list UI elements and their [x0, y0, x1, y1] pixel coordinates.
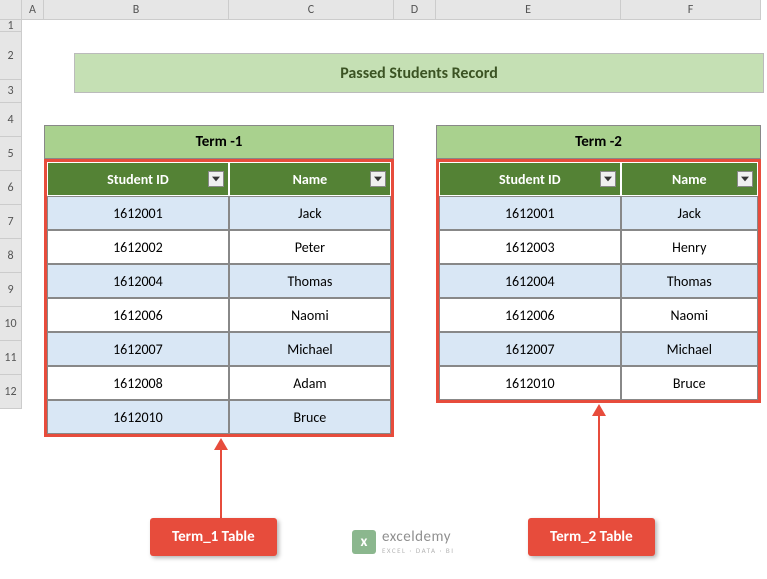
cell-id[interactable]: 1612004: [439, 264, 621, 298]
table-row: 1612004Thomas: [439, 264, 758, 298]
cell-id[interactable]: 1612002: [47, 230, 229, 264]
cell-id[interactable]: 1612010: [47, 400, 229, 434]
term2-col-name[interactable]: Name: [621, 162, 758, 196]
cell-name[interactable]: Jack: [229, 196, 391, 230]
term1-callout: Term_1 Table: [150, 518, 277, 556]
term1-col-name[interactable]: Name: [229, 162, 391, 196]
filter-dropdown-icon[interactable]: [370, 171, 386, 187]
row-header-10[interactable]: 10: [0, 307, 22, 341]
term2-col-id-label: Student ID: [499, 171, 561, 188]
watermark-logo-icon: x: [352, 530, 376, 554]
term1-header: Term -1: [44, 125, 394, 159]
cell-id[interactable]: 1612003: [439, 230, 621, 264]
row-header-9[interactable]: 9: [0, 273, 22, 307]
term2-col-id[interactable]: Student ID: [439, 162, 621, 196]
cell-name[interactable]: Henry: [621, 230, 758, 264]
table-row: 1612006Naomi: [47, 298, 391, 332]
filter-dropdown-icon[interactable]: [737, 171, 753, 187]
cell-name[interactable]: Michael: [229, 332, 391, 366]
col-header-C[interactable]: C: [229, 0, 394, 20]
row-header-11[interactable]: 11: [0, 341, 22, 375]
cell-name[interactable]: Adam: [229, 366, 391, 400]
cell-id[interactable]: 1612006: [47, 298, 229, 332]
row-header-3[interactable]: 3: [0, 80, 22, 103]
cell-id[interactable]: 1612001: [439, 196, 621, 230]
row-header-7[interactable]: 7: [0, 205, 22, 239]
arrow-head-icon: [592, 404, 606, 416]
cell-id[interactable]: 1612010: [439, 366, 621, 400]
page-title: Passed Students Record: [74, 53, 764, 93]
table-row: 1612001Jack: [439, 196, 758, 230]
cell-id[interactable]: 1612006: [439, 298, 621, 332]
table-row: 1612010Bruce: [439, 366, 758, 400]
term2-header: Term -2: [436, 125, 761, 159]
cell-name[interactable]: Bruce: [229, 400, 391, 434]
cell-name[interactable]: Jack: [621, 196, 758, 230]
table-row: 1612002Peter: [47, 230, 391, 264]
row-header-5[interactable]: 5: [0, 137, 22, 171]
cell-id[interactable]: 1612004: [47, 264, 229, 298]
table-row: 1612006Naomi: [439, 298, 758, 332]
cell-name[interactable]: Michael: [621, 332, 758, 366]
col-header-E[interactable]: E: [436, 0, 621, 20]
filter-dropdown-icon[interactable]: [208, 171, 224, 187]
col-header-F[interactable]: F: [621, 0, 761, 20]
col-header-A[interactable]: A: [22, 0, 44, 20]
table-row: 1612010Bruce: [47, 400, 391, 434]
col-header-B[interactable]: B: [44, 0, 229, 20]
row-header-2[interactable]: 2: [0, 32, 22, 80]
select-all-corner[interactable]: [0, 0, 22, 20]
row-header-6[interactable]: 6: [0, 171, 22, 205]
term2-callout: Term_2 Table: [528, 518, 655, 556]
term2-table: Student ID Name 1612001Jack1612003Henry1…: [436, 159, 761, 403]
arrow-head-icon: [214, 438, 228, 450]
table-row: 1612003Henry: [439, 230, 758, 264]
watermark-brand: exceldemy: [382, 528, 455, 546]
row-header-4[interactable]: 4: [0, 103, 22, 137]
cell-name[interactable]: Naomi: [229, 298, 391, 332]
cell-id[interactable]: 1612008: [47, 366, 229, 400]
cell-id[interactable]: 1612001: [47, 196, 229, 230]
cell-name[interactable]: Thomas: [229, 264, 391, 298]
col-header-D[interactable]: D: [394, 0, 436, 20]
table-row: 1612007Michael: [47, 332, 391, 366]
arrow-line: [220, 450, 222, 518]
watermark: x exceldemy EXCEL · DATA · BI: [352, 528, 455, 555]
term1-col-id[interactable]: Student ID: [47, 162, 229, 196]
table-row: 1612004Thomas: [47, 264, 391, 298]
watermark-tagline: EXCEL · DATA · BI: [382, 546, 455, 555]
filter-dropdown-icon[interactable]: [600, 171, 616, 187]
table-row: 1612001Jack: [47, 196, 391, 230]
row-header-12[interactable]: 12: [0, 375, 22, 409]
row-header-8[interactable]: 8: [0, 239, 22, 273]
cell-name[interactable]: Thomas: [621, 264, 758, 298]
cell-id[interactable]: 1612007: [439, 332, 621, 366]
cell-id[interactable]: 1612007: [47, 332, 229, 366]
row-header-1[interactable]: 1: [0, 20, 22, 32]
table-row: 1612008Adam: [47, 366, 391, 400]
cell-name[interactable]: Bruce: [621, 366, 758, 400]
term1-col-name-label: Name: [293, 171, 328, 188]
cell-name[interactable]: Peter: [229, 230, 391, 264]
table-row: 1612007Michael: [439, 332, 758, 366]
term1-col-id-label: Student ID: [107, 171, 169, 188]
term2-col-name-label: Name: [672, 171, 707, 188]
arrow-line: [598, 416, 600, 518]
term1-table: Student ID Name 1612001Jack1612002Peter1…: [44, 159, 394, 437]
cell-name[interactable]: Naomi: [621, 298, 758, 332]
